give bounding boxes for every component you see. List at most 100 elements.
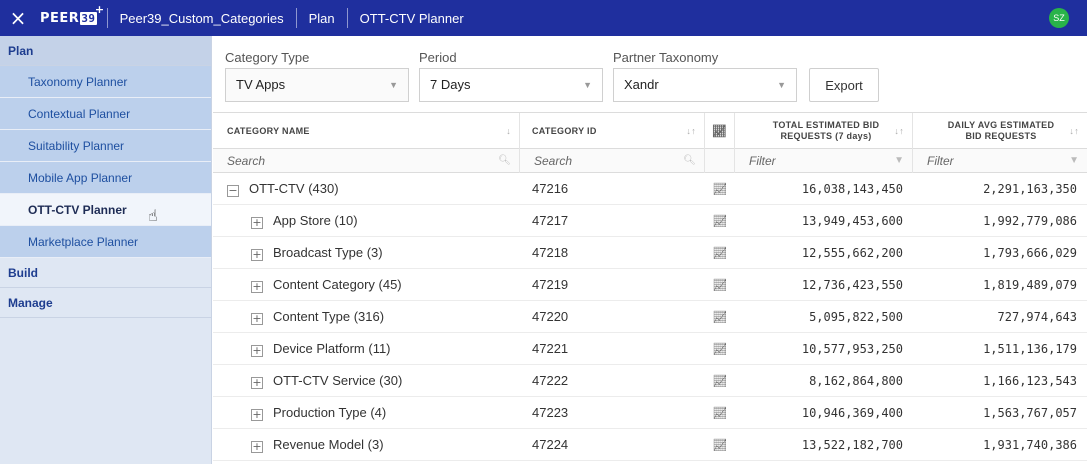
- sidebar-item-suitability-planner[interactable]: Suitability Planner: [0, 130, 211, 162]
- table-row[interactable]: + OTT-CTV Service (30) 47222 📈︎ 8,162,864,80…: [213, 365, 1087, 397]
- user-avatar[interactable]: SZ: [1049, 8, 1069, 28]
- category-name-cell: + Revenue Model (3): [251, 429, 513, 461]
- category-name-search[interactable]: Search 🔍︎: [213, 149, 520, 173]
- trend-chart-icon[interactable]: 📈︎: [705, 173, 735, 205]
- category-name-cell: + Content Type (316): [251, 301, 513, 333]
- category-id-cell: 47224: [532, 437, 569, 452]
- daily-avg-cell: 1,511,136,179: [983, 342, 1077, 356]
- trend-chart-icon[interactable]: 📈︎: [705, 269, 735, 301]
- table-row[interactable]: + Broadcast Type (3) 47218 📈︎ 12,555,662,200…: [213, 237, 1087, 269]
- category-name-search-placeholder: Search: [227, 154, 266, 168]
- export-button[interactable]: Export: [809, 68, 879, 102]
- total-estimated-cell: 8,162,864,800: [809, 374, 903, 388]
- sidebar-section-plan[interactable]: Plan: [0, 36, 211, 66]
- expand-icon[interactable]: +: [251, 217, 263, 229]
- trend-chart-icon[interactable]: 📈︎: [705, 397, 735, 429]
- sort-icon[interactable]: ↓↑: [894, 126, 904, 136]
- expand-icon[interactable]: +: [251, 249, 263, 261]
- table-row[interactable]: − OTT-CTV (430) 47216 📈︎ 16,038,143,450 2,291…: [213, 173, 1087, 205]
- category-id-cell: 47221: [532, 341, 569, 356]
- category-type-select[interactable]: TV Apps ▼: [225, 68, 409, 102]
- expand-icon[interactable]: +: [251, 345, 263, 357]
- sidebar-item-contextual-planner[interactable]: Contextual Planner: [0, 98, 211, 130]
- category-name-cell: + OTT-CTV Service (30): [251, 365, 513, 397]
- daily-filter-placeholder: Filter: [927, 154, 954, 168]
- trend-chart-icon[interactable]: 📈︎: [705, 429, 735, 461]
- category-name: App Store (10): [273, 213, 358, 228]
- trend-chart-icon[interactable]: 📈︎: [705, 301, 735, 333]
- category-id-search-placeholder: Search: [534, 154, 573, 168]
- category-name: Content Category (45): [273, 277, 402, 292]
- expand-icon[interactable]: +: [251, 441, 263, 453]
- close-icon[interactable]: ×: [0, 0, 36, 36]
- trend-chart-icon: 📈︎: [711, 124, 728, 138]
- category-name-cell: + App Store (10): [251, 205, 513, 237]
- total-estimated-cell: 12,736,423,550: [801, 278, 903, 292]
- sidebar-item-mobile-app-planner[interactable]: Mobile App Planner: [0, 162, 211, 194]
- daily-avg-cell: 1,819,489,079: [983, 278, 1077, 292]
- trend-chart-icon[interactable]: 📈︎: [705, 205, 735, 237]
- trend-chart-icon[interactable]: 📈︎: [705, 237, 735, 269]
- sidebar-section-build[interactable]: Build: [0, 258, 211, 288]
- category-id-cell: 47220: [532, 309, 569, 324]
- daily-avg-cell: 1,931,740,386: [983, 438, 1077, 452]
- table-row[interactable]: + Device Platform (11) 47221 📈︎ 10,577,953,2…: [213, 333, 1087, 365]
- search-icon: 🔍︎: [498, 155, 511, 166]
- category-name-cell: + Broadcast Type (3): [251, 237, 513, 269]
- daily-avg-cell: 1,166,123,543: [983, 374, 1077, 388]
- table-row[interactable]: + App Store (10) 47217 📈︎ 13,949,453,600 1,99…: [213, 205, 1087, 237]
- header-category-name[interactable]: CATEGORY NAME ↓: [213, 113, 520, 149]
- trend-chart-icon[interactable]: 📈︎: [705, 365, 735, 397]
- category-name: OTT-CTV (430): [249, 181, 339, 196]
- breadcrumb-account[interactable]: Peer39_Custom_Categories: [108, 11, 296, 26]
- header-chart: 📈︎: [705, 113, 735, 149]
- category-name-cell: + Content Category (45): [251, 269, 513, 301]
- category-name: Revenue Model (3): [273, 437, 384, 452]
- trend-chart-icon[interactable]: 📈︎: [705, 333, 735, 365]
- sidebar-item-ott-ctv-planner[interactable]: OTT-CTV Planner: [0, 194, 211, 226]
- collapse-icon[interactable]: −: [227, 185, 239, 197]
- filter-icon: ▼: [1069, 155, 1079, 166]
- category-name: Production Type (4): [273, 405, 387, 420]
- sidebar-item-marketplace-planner[interactable]: Marketplace Planner: [0, 226, 211, 258]
- table-row[interactable]: + Revenue Model (3) 47224 📈︎ 13,522,182,700 1…: [213, 429, 1087, 461]
- category-id-cell: 47219: [532, 277, 569, 292]
- table-row[interactable]: + Production Type (4) 47223 📈︎ 10,946,369,40…: [213, 397, 1087, 429]
- daily-filter[interactable]: Filter ▼: [913, 149, 1087, 173]
- sort-down-icon[interactable]: ↓: [506, 126, 511, 136]
- breadcrumb-plan[interactable]: Plan: [297, 11, 347, 26]
- total-estimated-cell: 10,577,953,250: [801, 342, 903, 356]
- search-icon: 🔍︎: [683, 155, 696, 166]
- period-value: 7 Days: [430, 77, 471, 92]
- category-id-search[interactable]: Search 🔍︎: [520, 149, 705, 173]
- period-select[interactable]: 7 Days ▼: [419, 68, 603, 102]
- partner-taxonomy-select[interactable]: Xandr ▼: [613, 68, 797, 102]
- total-filter-placeholder: Filter: [749, 154, 776, 168]
- header-total-label: TOTAL ESTIMATED BID REQUESTS (7 days): [772, 120, 880, 141]
- expand-icon[interactable]: +: [251, 409, 263, 421]
- sidebar-item-taxonomy-planner[interactable]: Taxonomy Planner: [0, 66, 211, 98]
- period-label: Period: [419, 50, 457, 65]
- category-name: Broadcast Type (3): [273, 245, 383, 260]
- expand-icon[interactable]: +: [251, 313, 263, 325]
- expand-icon[interactable]: +: [251, 281, 263, 293]
- total-filter[interactable]: Filter ▼: [735, 149, 913, 173]
- sidebar-section-manage[interactable]: Manage: [0, 288, 211, 318]
- table-row[interactable]: + Content Type (316) 47220 📈︎ 5,095,822,500 7…: [213, 301, 1087, 333]
- category-id-cell: 47217: [532, 213, 569, 228]
- header-category-id-label: CATEGORY ID: [532, 126, 597, 136]
- chevron-down-icon: ▼: [583, 80, 592, 90]
- header-total-estimated[interactable]: TOTAL ESTIMATED BID REQUESTS (7 days) ↓↑: [735, 113, 913, 149]
- expand-icon[interactable]: +: [251, 377, 263, 389]
- sort-icon[interactable]: ↓↑: [686, 126, 696, 136]
- category-id-cell: 47218: [532, 245, 569, 260]
- chevron-down-icon: ▼: [389, 80, 398, 90]
- header-category-id[interactable]: CATEGORY ID ↓↑: [520, 113, 705, 149]
- sort-icon[interactable]: ↓↑: [1069, 126, 1079, 136]
- header-daily-avg[interactable]: DAILY AVG ESTIMATED BID REQUESTS ↓↑: [913, 113, 1087, 149]
- category-name: Content Type (316): [273, 309, 385, 324]
- hand-cursor-icon: ☝: [148, 206, 158, 225]
- table-row[interactable]: + Content Category (45) 47219 📈︎ 12,736,423,…: [213, 269, 1087, 301]
- peer39-logo[interactable]: PEER 39 +: [36, 3, 107, 26]
- top-bar: × PEER 39 + Peer39_Custom_Categories Plan …: [0, 0, 1087, 36]
